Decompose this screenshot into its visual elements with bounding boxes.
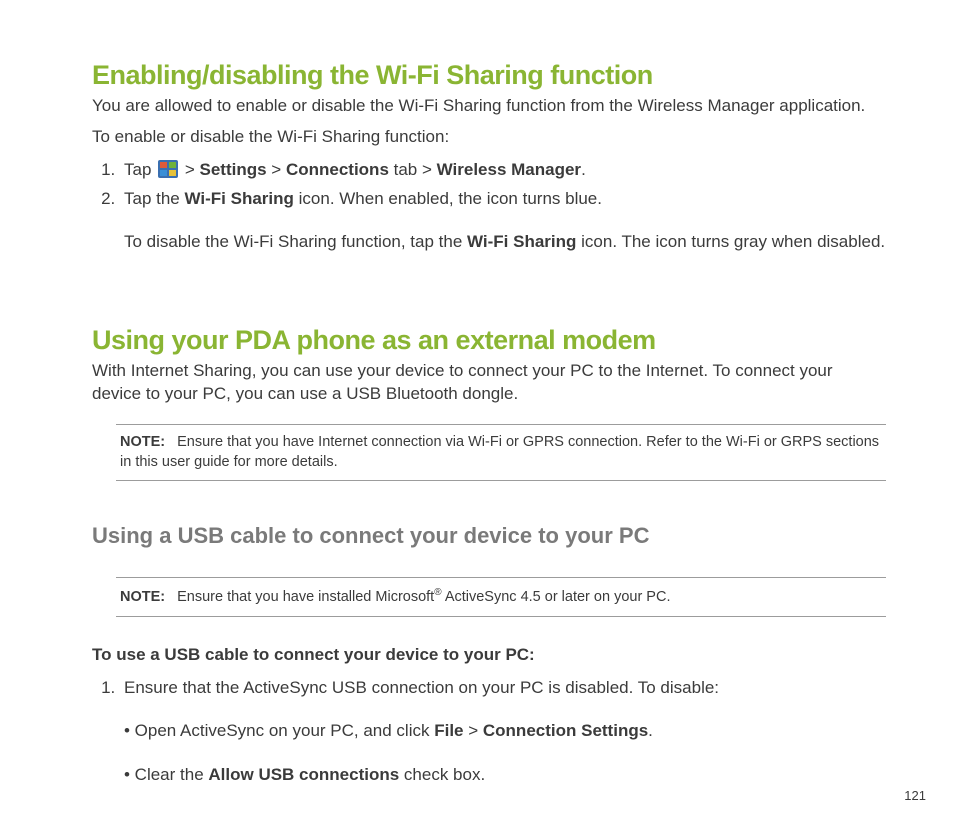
step1-pre: Tap — [124, 160, 156, 179]
section3-bullet1: • Open ActiveSync on your PC, and click … — [124, 717, 886, 744]
step1-seg1: > — [180, 160, 199, 179]
section1-lead: To enable or disable the Wi-Fi Sharing f… — [92, 126, 886, 149]
step2-pre: Tap the — [124, 189, 185, 208]
section3-step1: Ensure that the ActiveSync USB connectio… — [120, 675, 886, 701]
note3-post: ActiveSync 4.5 or later on your PC. — [442, 589, 671, 605]
note3-pre: Ensure that you have installed Microsoft — [177, 589, 434, 605]
document-page: Enabling/disabling the Wi-Fi Sharing fun… — [0, 0, 954, 823]
bullet1-file: File — [434, 721, 463, 740]
windows-start-icon — [158, 160, 178, 178]
step1-wireless-manager: Wireless Manager — [437, 160, 581, 179]
step2-line2-post: icon. The icon turns gray when disabled. — [576, 232, 885, 251]
bullet1-end: . — [648, 721, 653, 740]
step1-end: . — [581, 160, 586, 179]
section1-title: Enabling/disabling the Wi-Fi Sharing fun… — [92, 60, 886, 91]
section1-steps: Tap > Settings > Connections tab > Wirel… — [92, 157, 886, 212]
step1-connections: Connections — [286, 160, 389, 179]
bullet2-post: check box. — [399, 765, 485, 784]
note-text: Ensure that you have Internet connection… — [120, 434, 879, 470]
section1-step2: Tap the Wi-Fi Sharing icon. When enabled… — [120, 186, 886, 212]
step1-settings: Settings — [200, 160, 267, 179]
bullet2-allow-usb: Allow USB connections — [208, 765, 399, 784]
bullet2-pre: • Clear the — [124, 765, 208, 784]
section1-step1: Tap > Settings > Connections tab > Wirel… — [120, 157, 886, 183]
note3-sup: ® — [434, 587, 441, 598]
section2-note: NOTE:Ensure that you have Internet conne… — [116, 424, 886, 481]
page-number: 121 — [904, 788, 926, 803]
step1-seg2: > — [267, 160, 286, 179]
section1-step2-line2: To disable the Wi-Fi Sharing function, t… — [124, 229, 886, 255]
note-label: NOTE: — [120, 434, 165, 450]
step1-seg3: tab > — [389, 160, 437, 179]
step2-line2-bold: Wi-Fi Sharing — [467, 232, 576, 251]
bullet1-mid: > — [464, 721, 483, 740]
section2-intro: With Internet Sharing, you can use your … — [92, 360, 886, 406]
bullet1-connection-settings: Connection Settings — [483, 721, 648, 740]
note-label-2: NOTE: — [120, 589, 165, 605]
step2-wifi-sharing: Wi-Fi Sharing — [185, 189, 294, 208]
section3-bullet2: • Clear the Allow USB connections check … — [124, 761, 886, 788]
step2-post: icon. When enabled, the icon turns blue. — [294, 189, 602, 208]
section3-lead: To use a USB cable to connect your devic… — [92, 645, 886, 665]
bullet1-pre: • Open ActiveSync on your PC, and click — [124, 721, 434, 740]
section3-heading: Using a USB cable to connect your device… — [92, 523, 886, 549]
step2-line2-pre: To disable the Wi-Fi Sharing function, t… — [124, 232, 467, 251]
section3-note: NOTE: Ensure that you have installed Micr… — [116, 577, 886, 616]
section3-steps: Ensure that the ActiveSync USB connectio… — [92, 675, 886, 701]
section1-intro: You are allowed to enable or disable the… — [92, 95, 886, 118]
section2-title: Using your PDA phone as an external mode… — [92, 325, 886, 356]
